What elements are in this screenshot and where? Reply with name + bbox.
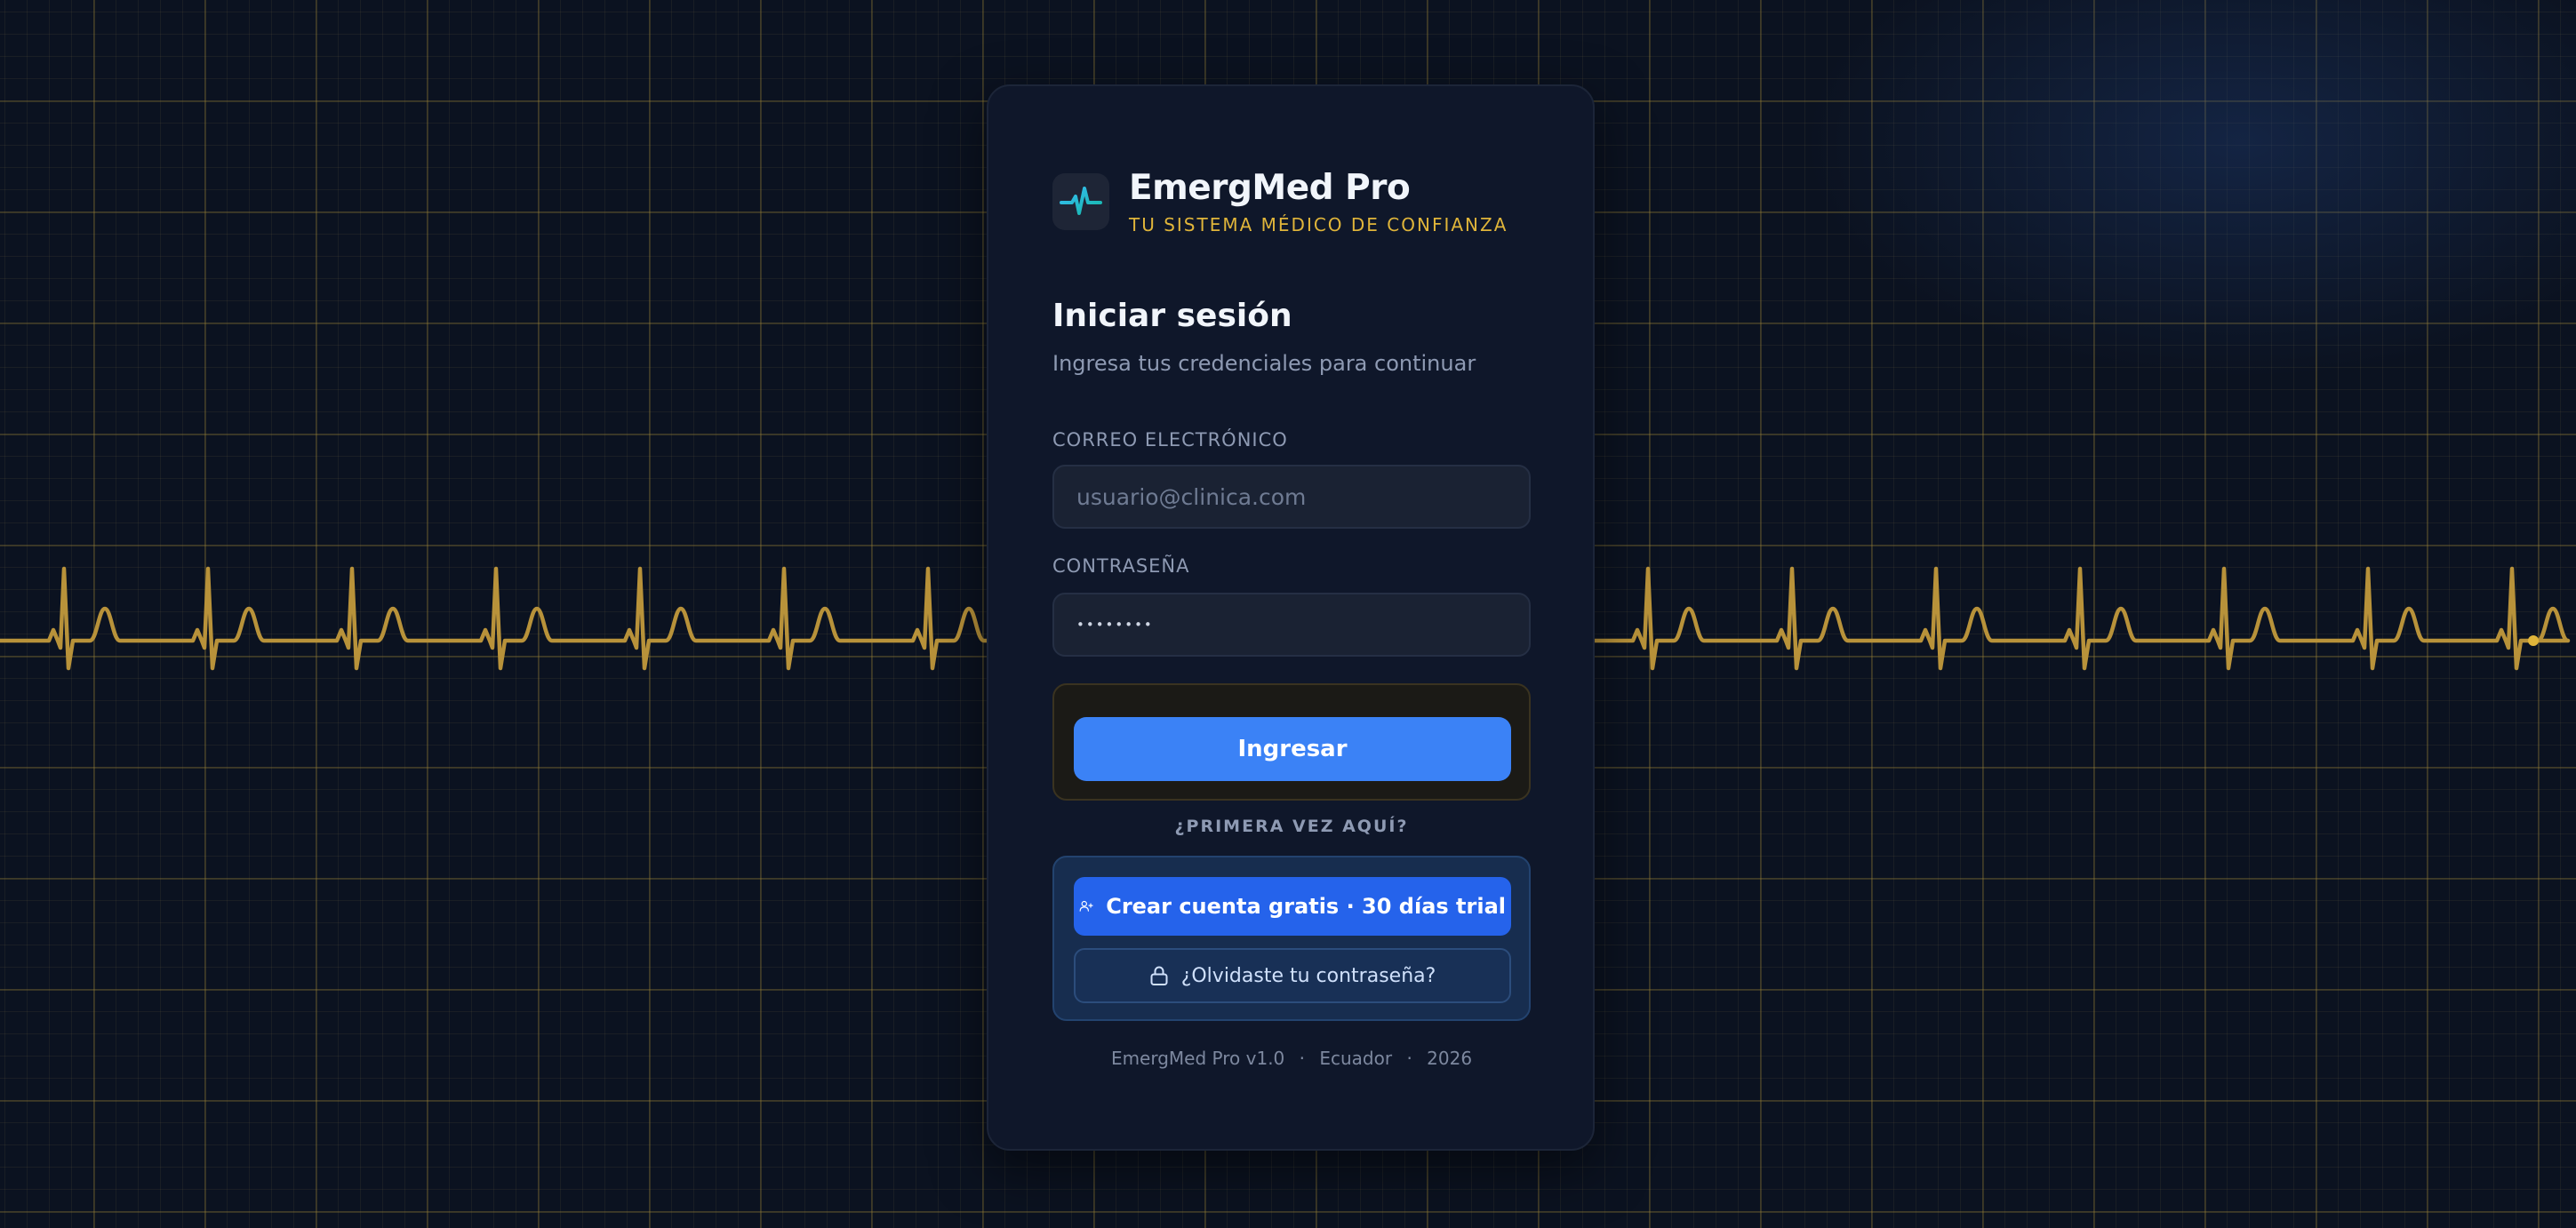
- pulse-icon: [1060, 187, 1102, 215]
- password-field[interactable]: [1052, 593, 1531, 657]
- submit-panel: Ingresar: [1052, 683, 1531, 801]
- app-tagline: TU SISTEMA MÉDICO DE CONFIANZA: [1129, 214, 1508, 235]
- app-name: EmergMed Pro: [1129, 168, 1411, 208]
- footer-separator: ·: [1406, 1048, 1412, 1069]
- ecg-cursor-dot: [2528, 635, 2539, 646]
- page-subtitle: Ingresa tus credenciales para continuar: [1052, 351, 1476, 376]
- footer-year: 2026: [1427, 1048, 1473, 1069]
- app-logo: [1052, 173, 1109, 230]
- user-plus-icon: [1079, 900, 1093, 912]
- forgot-password-button[interactable]: ¿Olvidaste tu contraseña?: [1074, 948, 1511, 1003]
- first-time-prompt: ¿PRIMERA VEZ AQUÍ?: [1174, 817, 1409, 836]
- forgot-password-label: ¿Olvidaste tu contraseña?: [1180, 964, 1436, 987]
- signup-panel: Crear cuenta gratis · 30 días trial ¿Olv…: [1052, 856, 1531, 1021]
- email-field[interactable]: [1052, 465, 1531, 529]
- footer-separator: ·: [1299, 1048, 1305, 1069]
- lock-icon: [1150, 966, 1168, 985]
- footer-country: Ecuador: [1319, 1048, 1393, 1069]
- footer: EmergMed Pro v1.0 · Ecuador · 2026: [1052, 1048, 1531, 1069]
- password-label: CONTRASEÑA: [1052, 555, 1190, 577]
- brand-header: EmergMed Pro TU SISTEMA MÉDICO DE CONFIA…: [1052, 168, 1550, 237]
- login-button[interactable]: Ingresar: [1074, 717, 1511, 781]
- page-title: Iniciar sesión: [1052, 298, 1292, 334]
- login-card: EmergMed Pro TU SISTEMA MÉDICO DE CONFIA…: [987, 84, 1595, 1151]
- email-label: CORREO ELECTRÓNICO: [1052, 429, 1288, 451]
- create-account-button[interactable]: Crear cuenta gratis · 30 días trial: [1074, 877, 1511, 936]
- create-account-label: Crear cuenta gratis · 30 días trial: [1106, 894, 1506, 919]
- footer-version: EmergMed Pro v1.0: [1110, 1048, 1285, 1069]
